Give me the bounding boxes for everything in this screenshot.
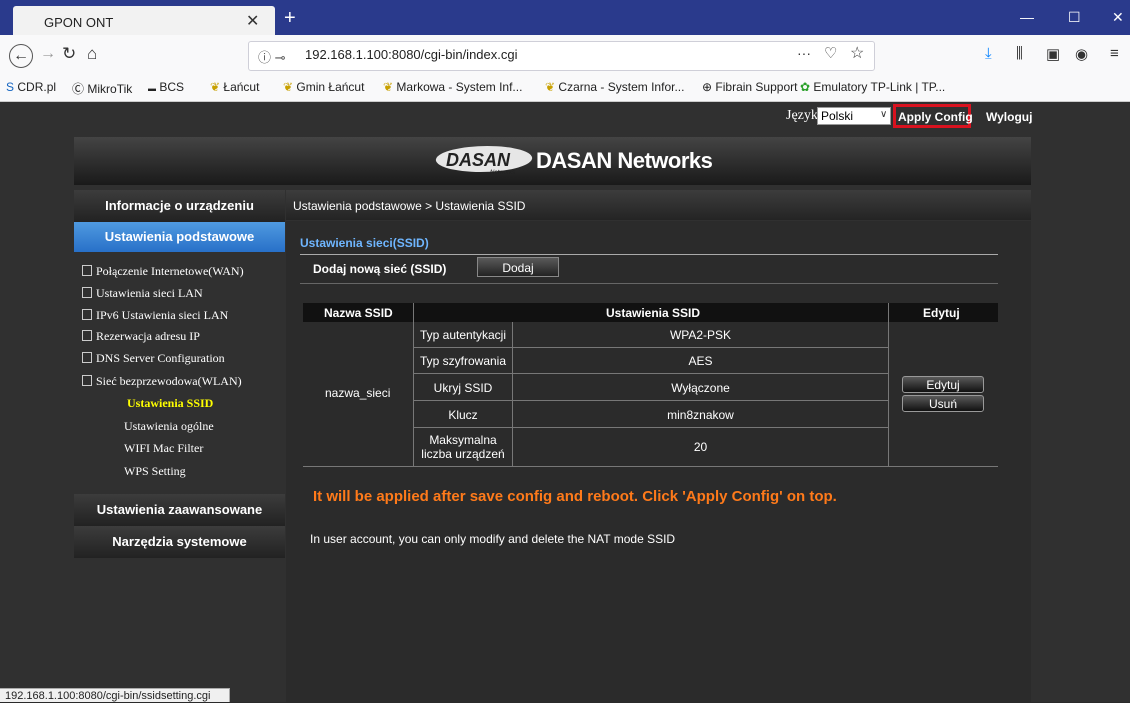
minimize-icon[interactable]: —: [1020, 9, 1034, 25]
logo: DASAN: [446, 150, 511, 170]
breadcrumb: Ustawienia podstawowe > Ustawienia SSID: [293, 199, 526, 213]
bookmark-lancut[interactable]: ❦ Łańcut: [210, 80, 259, 94]
reload-icon[interactable]: ↻: [62, 44, 76, 64]
library-icon[interactable]: ⫼: [1016, 45, 1023, 62]
document-icon: [82, 352, 92, 363]
logo-subtext: Networks: [490, 170, 516, 176]
account-icon[interactable]: ◉: [1075, 45, 1088, 63]
settings-value-hide-ssid: Wyłączone: [671, 381, 730, 395]
chevron-down-icon[interactable]: ∨: [880, 109, 887, 120]
document-icon: [82, 330, 92, 341]
forward-arrow-icon[interactable]: →: [40, 45, 56, 63]
sidebar-basic-settings[interactable]: Ustawienia podstawowe: [74, 222, 285, 252]
logout-button[interactable]: Wyloguj: [986, 110, 1032, 124]
sidebar-advanced-settings[interactable]: Ustawienia zaawansowane: [74, 494, 285, 526]
table-divider: [413, 347, 888, 348]
sidebar-icon[interactable]: ▣: [1046, 45, 1060, 63]
bookmark-icon: ❦: [210, 80, 221, 94]
pocket-icon[interactable]: ♡: [824, 44, 837, 62]
section-title: Ustawienia sieci(SSID): [300, 236, 429, 250]
settings-label-auth: Typ autentykacji: [419, 328, 507, 342]
back-arrow-icon[interactable]: ←: [9, 44, 33, 68]
language-label: Język: [786, 108, 818, 123]
page-actions-icon[interactable]: ···: [797, 45, 811, 61]
content-area: [286, 221, 1031, 702]
settings-label-encryption: Typ szyfrowania: [419, 354, 507, 368]
bookmark-icon: ✿: [800, 80, 811, 94]
settings-value-key: min8znakow: [667, 408, 734, 422]
sidebar-item-ip-reservation[interactable]: Rezerwacja adresu IP: [82, 329, 200, 344]
download-icon[interactable]: ⤓: [985, 45, 992, 62]
table-divider: [888, 303, 889, 466]
table-divider: [413, 427, 888, 428]
tab-title: GPON ONT: [44, 15, 114, 30]
header-title: DASAN Networks: [536, 148, 713, 173]
settings-value-auth: WPA2-PSK: [669, 328, 732, 342]
bookmark-cdr[interactable]: S CDR.pl: [6, 80, 56, 94]
menu-icon[interactable]: ≡: [1110, 45, 1119, 62]
column-header-ssid-name: Nazwa SSID: [324, 306, 393, 320]
add-ssid-label: Dodaj nową sieć (SSID): [313, 262, 447, 276]
bookmark-icon: ❦: [383, 80, 394, 94]
document-icon: [82, 265, 92, 276]
document-icon: [82, 375, 92, 386]
sidebar-device-info[interactable]: Informacje o urządzeniu: [74, 190, 285, 222]
sidebar-item-wan[interactable]: Połączenie Internetowe(WAN): [82, 264, 244, 279]
site-info-icon[interactable]: ⓘ ⊸: [258, 47, 286, 66]
settings-value-encryption: AES: [688, 354, 713, 368]
settings-label-hide-ssid: Ukryj SSID: [433, 381, 493, 395]
close-window-icon[interactable]: ✕: [1112, 9, 1124, 26]
bookmark-mikrotik[interactable]: Ⓒ MikroTik: [72, 80, 132, 97]
ssid-name-cell: nazwa_sieci: [325, 386, 391, 400]
document-icon: [82, 287, 92, 298]
sidebar-subitem-mac-filter[interactable]: WIFI Mac Filter: [124, 441, 203, 456]
home-icon[interactable]: ⌂: [87, 44, 97, 64]
close-tab-icon[interactable]: ✕: [246, 11, 259, 31]
status-bar-url: 192.168.1.100:8080/cgi-bin/ssidsetting.c…: [0, 688, 230, 702]
sidebar-system-tools[interactable]: Narzędzia systemowe: [74, 526, 285, 558]
bookmark-star-icon[interactable]: ☆: [850, 43, 864, 63]
column-header-ssid-settings: Ustawienia SSID: [606, 306, 701, 320]
url-text[interactable]: 192.168.1.100:8080/cgi-bin/index.cgi: [305, 47, 518, 62]
sidebar-item-wlan[interactable]: Sieć bezprzewodowa(WLAN): [82, 374, 242, 389]
sidebar-subitem-wps[interactable]: WPS Setting: [124, 464, 186, 479]
apply-config-button[interactable]: Apply Config: [898, 110, 973, 124]
delete-ssid-button[interactable]: Usuń: [902, 395, 984, 412]
apply-notice: It will be applied after save config and…: [313, 488, 837, 505]
table-divider: [413, 400, 888, 401]
table-divider: [303, 466, 998, 467]
sidebar-subitem-general[interactable]: Ustawienia ogólne: [124, 419, 214, 434]
sidebar-item-ipv6-lan[interactable]: IPv6 Ustawienia sieci LAN: [82, 308, 228, 323]
bookmark-icon: Ⓒ: [72, 82, 85, 96]
edit-ssid-button[interactable]: Edytuj: [902, 376, 984, 393]
bookmark-markowa[interactable]: ❦ Markowa - System Inf...: [383, 80, 522, 94]
bookmark-fibrain[interactable]: ⊕ Fibrain Support: [702, 80, 797, 94]
sidebar-subitem-ssid[interactable]: Ustawienia SSID: [127, 396, 213, 411]
user-account-info: In user account, you can only modify and…: [310, 532, 676, 546]
bookmark-icon: S: [6, 80, 15, 94]
bookmark-bcs[interactable]: ▬ BCS: [148, 80, 184, 94]
globe-icon: ⊕: [702, 80, 713, 94]
bookmark-czarna[interactable]: ❦ Czarna - System Infor...: [545, 80, 684, 94]
maximize-icon[interactable]: ☐: [1068, 9, 1081, 26]
table-divider: [413, 373, 888, 374]
sidebar-item-lan[interactable]: Ustawienia sieci LAN: [82, 286, 203, 301]
new-tab-icon[interactable]: +: [284, 7, 296, 30]
bookmark-icon: ❦: [283, 80, 294, 94]
add-ssid-button[interactable]: Dodaj: [477, 257, 559, 277]
document-icon: [82, 309, 92, 320]
settings-label-key: Klucz: [448, 408, 478, 422]
settings-label-max-devices: Maksymalna liczba urządzeń: [421, 433, 505, 461]
settings-value-max-devices: 20: [693, 440, 708, 454]
bookmark-icon: ▬: [148, 84, 156, 93]
column-header-edit: Edytuj: [923, 306, 960, 320]
bookmark-gmin-lancut[interactable]: ❦ Gmin Łańcut: [283, 80, 364, 94]
bookmark-icon: ❦: [545, 80, 556, 94]
bookmark-tplink[interactable]: ✿ Emulatory TP-Link | TP...: [800, 80, 945, 94]
sidebar-item-dns[interactable]: DNS Server Configuration: [82, 351, 225, 366]
